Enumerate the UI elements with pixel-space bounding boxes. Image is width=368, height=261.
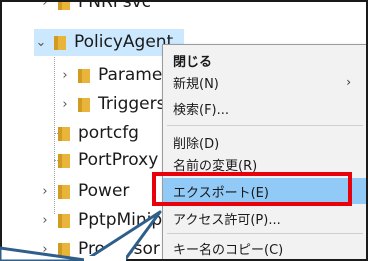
menu-item-export[interactable]: エクスポート(E): [163, 178, 366, 204]
folder-icon: [58, 184, 70, 199]
folder-icon: [58, 2, 70, 10]
chevron-right-icon[interactable]: ›: [38, 242, 52, 257]
folder-icon: [58, 126, 70, 141]
menu-item-label: 閉じる: [173, 54, 213, 70]
menu-item-permissions[interactable]: アクセス許可(P)...: [163, 205, 366, 231]
tree-item-label: Power: [78, 181, 130, 201]
tree-item-pnrpsvc[interactable]: › PNRPsvc: [38, 0, 151, 16]
menu-item-label: 名前の変更(R): [173, 158, 258, 174]
folder-icon: [54, 35, 66, 50]
tree-item-label: portcfg: [78, 123, 139, 143]
chevron-right-icon[interactable]: ›: [58, 97, 72, 112]
chevron-right-icon[interactable]: ›: [38, 2, 52, 10]
menu-item-label: 検索(F)...: [173, 102, 230, 118]
menu-item-rename[interactable]: 名前の変更(R): [163, 151, 366, 177]
tree-item-portcfg[interactable]: portcfg: [38, 120, 139, 147]
tree-item-label: PortProxy: [78, 150, 159, 170]
menu-item-new[interactable]: 新規(N) ›: [163, 69, 366, 95]
context-menu: 閉じる 新規(N) › 検索(F)... 削除(D) 名前の変更(R) エクスポ…: [162, 44, 366, 259]
tree-item-label: Processor: [78, 239, 160, 259]
folder-icon: [58, 153, 70, 168]
menu-item-label: エクスポート(E): [173, 185, 269, 201]
chevron-right-icon: ›: [346, 75, 351, 89]
menu-item-copy-key-name[interactable]: キー名のコピー(C): [163, 235, 366, 259]
menu-item-label: キー名のコピー(C): [173, 242, 284, 258]
tree-item-triggers[interactable]: › Triggers: [58, 91, 166, 118]
menu-item-label: 新規(N): [173, 76, 219, 92]
chevron-down-icon[interactable]: ⌄: [34, 35, 48, 50]
tree-item-processor[interactable]: › Processor: [38, 236, 160, 259]
tree-item-label: Triggers: [98, 94, 166, 114]
menu-separator: [167, 125, 363, 126]
chevron-right-icon[interactable]: ›: [58, 68, 72, 83]
folder-icon: [78, 68, 90, 83]
folder-icon: [58, 242, 70, 257]
tree-item-power[interactable]: › Power: [38, 178, 129, 205]
folder-icon: [78, 97, 90, 112]
chevron-right-icon[interactable]: ›: [38, 184, 52, 199]
tree-item-label: PNRPsvc: [78, 0, 151, 12]
folder-icon: [58, 213, 70, 228]
registry-editor-panel: › PNRPsvc ⌄ PolicyAgent › Parameters › T…: [0, 0, 368, 261]
menu-item-label: アクセス許可(P)...: [173, 212, 281, 228]
menu-separator: [167, 233, 363, 234]
chevron-right-icon[interactable]: ›: [38, 213, 52, 228]
menu-item-find[interactable]: 検索(F)...: [163, 95, 366, 121]
menu-item-label: 削除(D): [173, 136, 220, 152]
tree-item-label: PolicyAgent: [74, 32, 174, 52]
tree-item-portproxy[interactable]: PortProxy: [38, 147, 158, 174]
